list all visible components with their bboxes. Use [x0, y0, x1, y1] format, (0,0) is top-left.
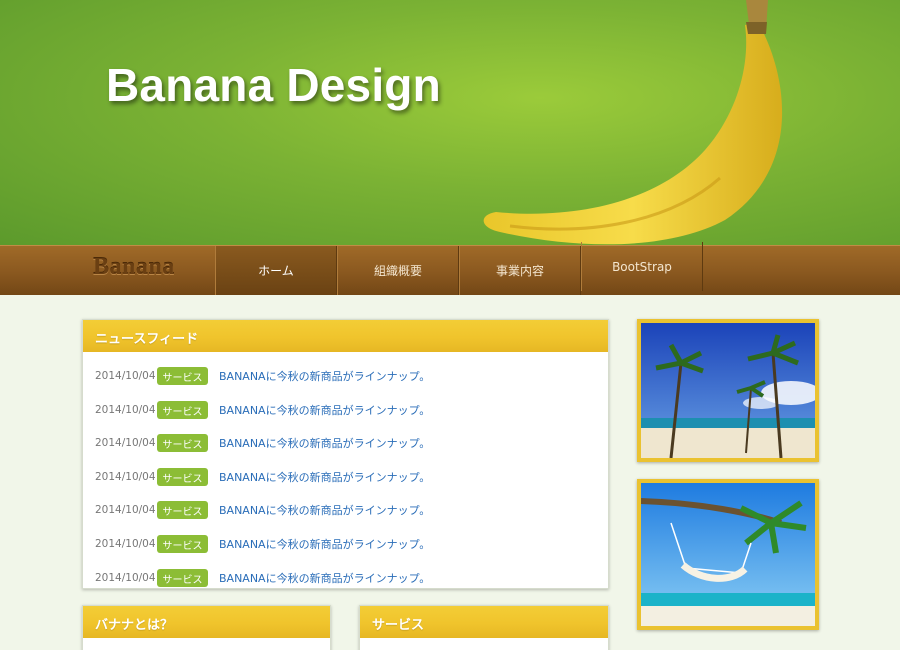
news-date: 2014/10/04 — [95, 437, 156, 449]
nav-logo[interactable]: Banana — [93, 254, 175, 281]
nav-item-bootstrap[interactable]: BootStrap — [581, 242, 703, 291]
news-tag-badge: サービス — [157, 501, 208, 519]
hero-banner: Banana Design — [0, 0, 900, 245]
news-link[interactable]: BANANAに今秋の新商品がラインナップ。 — [219, 502, 430, 518]
news-tag-badge: サービス — [157, 401, 208, 419]
banana-illustration — [483, 0, 783, 245]
nav-item-home[interactable]: ホーム — [215, 246, 337, 295]
hammock-image — [641, 483, 815, 626]
news-date: 2014/10/04 — [95, 572, 156, 584]
news-date: 2014/10/04 — [95, 504, 156, 516]
news-row: 2014/10/04 サービス BANANAに今秋の新商品がラインナップ。 — [95, 568, 430, 588]
news-link[interactable]: BANANAに今秋の新商品がラインナップ。 — [219, 402, 430, 418]
hammock-photo[interactable] — [637, 479, 819, 630]
news-date: 2014/10/04 — [95, 538, 156, 550]
service-title: サービス — [360, 606, 608, 638]
news-row: 2014/10/04 サービス BANANAに今秋の新商品がラインナップ。 — [95, 467, 430, 487]
news-row: 2014/10/04 サービス BANANAに今秋の新商品がラインナップ。 — [95, 534, 430, 554]
about-banana-title: バナナとは？ — [83, 606, 330, 638]
news-tag-badge: サービス — [157, 367, 208, 385]
news-tag-badge: サービス — [157, 569, 208, 587]
news-tag-badge: サービス — [157, 434, 208, 452]
news-row: 2014/10/04 サービス BANANAに今秋の新商品がラインナップ。 — [95, 433, 430, 453]
site-title: Banana Design — [106, 59, 441, 111]
news-row: 2014/10/04 サービス BANANAに今秋の新商品がラインナップ。 — [95, 400, 430, 420]
main-nav: Banana ホーム 組織概要 事業内容 BootStrap — [0, 242, 900, 295]
news-date: 2014/10/04 — [95, 370, 156, 382]
news-link[interactable]: BANANAに今秋の新商品がラインナップ。 — [219, 570, 430, 586]
news-row: 2014/10/04 サービス BANANAに今秋の新商品がラインナップ。 — [95, 366, 430, 386]
news-feed-panel: ニュースフィード 2014/10/04 サービス BANANAに今秋の新商品がラ… — [82, 319, 609, 589]
service-panel: サービス — [359, 605, 609, 650]
news-tag-badge: サービス — [157, 535, 208, 553]
news-date: 2014/10/04 — [95, 404, 156, 416]
news-tag-badge: サービス — [157, 468, 208, 486]
news-link[interactable]: BANANAに今秋の新商品がラインナップ。 — [219, 536, 430, 552]
news-row: 2014/10/04 サービス BANANAに今秋の新商品がラインナップ。 — [95, 500, 430, 520]
news-link[interactable]: BANANAに今秋の新商品がラインナップ。 — [219, 368, 430, 384]
beach-palm-photo[interactable] — [637, 319, 819, 462]
about-banana-panel: バナナとは？ — [82, 605, 331, 650]
news-link[interactable]: BANANAに今秋の新商品がラインナップ。 — [219, 435, 430, 451]
beach-palm-image — [641, 323, 815, 458]
nav-item-business[interactable]: 事業内容 — [459, 246, 581, 295]
nav-item-company[interactable]: 組織概要 — [337, 246, 459, 295]
news-link[interactable]: BANANAに今秋の新商品がラインナップ。 — [219, 469, 430, 485]
news-date: 2014/10/04 — [95, 471, 156, 483]
news-feed-title: ニュースフィード — [83, 320, 608, 352]
